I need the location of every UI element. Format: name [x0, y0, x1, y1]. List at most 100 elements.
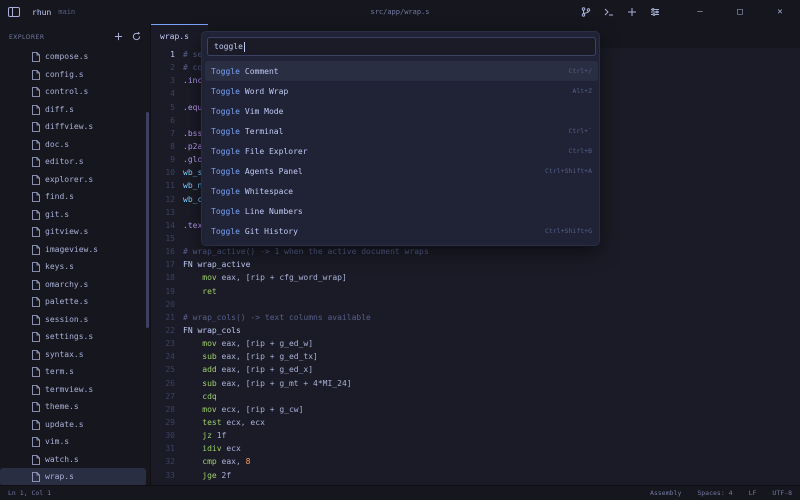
palette-item[interactable]: Toggle Agents Panel Ctrl+Shift+A — [205, 161, 598, 181]
code-token: .p2a — [183, 141, 203, 151]
file-item[interactable]: vim.s — [0, 433, 150, 451]
refresh-action[interactable] — [130, 30, 142, 42]
file-item[interactable]: keys.s — [0, 258, 150, 276]
new-file-action[interactable] — [112, 30, 124, 42]
settings-button[interactable] — [643, 0, 666, 24]
file-item[interactable]: imageview.s — [0, 241, 150, 259]
file-item[interactable]: term.s — [0, 363, 150, 381]
branch-name[interactable]: main — [58, 8, 75, 16]
code-token: jz — [183, 431, 212, 441]
file-item[interactable]: termview.s — [0, 381, 150, 399]
line-text: test ecx, ecx — [183, 416, 265, 429]
file-icon — [32, 262, 40, 272]
file-item[interactable]: explorer.s — [0, 171, 150, 189]
file-item[interactable]: gitview.s — [0, 223, 150, 241]
palette-item-match: Toggle — [211, 166, 240, 176]
new-file-button[interactable] — [620, 0, 643, 24]
terminal-button[interactable] — [597, 0, 620, 24]
line-number: 17 — [165, 260, 175, 270]
code-line[interactable]: 31 idiv ecx — [151, 442, 800, 455]
palette-item-label: File Explorer — [244, 146, 308, 156]
palette-item-shortcut: Ctrl+B — [568, 147, 592, 155]
file-item[interactable]: config.s — [0, 66, 150, 84]
file-item[interactable]: omarchy.s — [0, 276, 150, 294]
line-number: 28 — [165, 404, 175, 414]
palette-item[interactable]: Toggle Vim Mode — [205, 101, 598, 121]
file-item[interactable]: control.s — [0, 83, 150, 101]
code-token: eax, — [216, 457, 246, 467]
code-line[interactable]: 24 sub eax, [rip + g_ed_tx] — [151, 350, 800, 363]
code-line[interactable]: 19 ret — [151, 285, 800, 298]
code-line[interactable]: 27 cdq — [151, 390, 800, 403]
git-branch-button[interactable] — [574, 0, 597, 24]
encoding[interactable]: UTF-8 — [772, 489, 792, 497]
file-item[interactable]: find.s — [0, 188, 150, 206]
file-item[interactable]: git.s — [0, 206, 150, 224]
code-line[interactable]: 21 # wrap_cols() -> text columns availabl… — [151, 311, 800, 324]
file-item[interactable]: editor.s — [0, 153, 150, 171]
code-line[interactable]: 33 jge 2f — [151, 469, 800, 482]
file-item[interactable]: syntax.s — [0, 346, 150, 364]
code-line[interactable]: 16 # wrap_active() -> 1 when the active d… — [151, 245, 800, 258]
maximize-button[interactable]: □ — [720, 0, 760, 24]
file-item[interactable]: diffview.s — [0, 118, 150, 136]
tab-wrap-s[interactable]: wrap.s — [151, 24, 208, 48]
code-line[interactable]: 32 cmp eax, 8 — [151, 455, 800, 468]
file-item[interactable]: wrap.s — [0, 468, 146, 486]
code-token: .inc — [183, 76, 203, 86]
code-line[interactable]: 17 FN wrap_active — [151, 258, 800, 271]
cursor-position[interactable]: Ln 1, Col 1 — [8, 489, 51, 497]
line-number: 4 — [170, 89, 175, 99]
palette-item[interactable]: Toggle Comment Ctrl+/ — [205, 61, 598, 81]
code-line[interactable]: 18 mov eax, [rip + cfg_word_wrap] — [151, 271, 800, 284]
line-ending[interactable]: LF — [749, 489, 757, 497]
palette-item[interactable]: Toggle Terminal Ctrl+` — [205, 121, 598, 141]
palette-item-label: Agents Panel — [244, 166, 303, 176]
palette-item[interactable]: Toggle Whitespace — [205, 181, 598, 201]
code-line[interactable]: 23 mov eax, [rip + g_ed_w] — [151, 337, 800, 350]
palette-item-match: Toggle — [211, 66, 240, 76]
line-number: 22 — [165, 325, 175, 335]
code-line[interactable]: 28 mov ecx, [rip + g_cw] — [151, 403, 800, 416]
palette-results: Toggle Comment Ctrl+/Toggle Word Wrap Alt+Z T… — [205, 61, 598, 241]
file-item[interactable]: palette.s — [0, 293, 150, 311]
file-item[interactable]: session.s — [0, 311, 150, 329]
language-mode[interactable]: Assembly — [650, 489, 681, 497]
close-button[interactable]: ✕ — [760, 0, 800, 24]
explorer-sidebar: EXPLORER compose.s config.s control.s diff.… — [0, 24, 151, 486]
toggle-sidebar-icon[interactable] — [8, 7, 20, 17]
code-line[interactable]: 25 add eax, [rip + g_ed_x] — [151, 363, 800, 376]
line-number: 21 — [165, 312, 175, 322]
explorer-actions — [112, 30, 142, 42]
code-line[interactable]: 29 test ecx, ecx — [151, 416, 800, 429]
file-item[interactable]: diff.s — [0, 101, 150, 119]
line-text: .p2a — [183, 140, 202, 153]
file-item[interactable]: settings.s — [0, 328, 150, 346]
file-item[interactable]: theme.s — [0, 398, 150, 416]
palette-item-shortcut: Ctrl+` — [568, 127, 592, 135]
palette-item[interactable]: Toggle File Explorer Ctrl+B — [205, 141, 598, 161]
code-line[interactable]: 20 — [151, 298, 800, 311]
line-text: FN wrap_active — [183, 258, 250, 271]
line-number: 29 — [165, 417, 175, 427]
code-line[interactable]: 22 FN wrap_cols — [151, 324, 800, 337]
file-item[interactable]: watch.s — [0, 451, 150, 469]
code-line[interactable]: 30 jz 1f — [151, 429, 800, 442]
line-number: 27 — [165, 391, 175, 401]
indentation[interactable]: Spaces: 4 — [697, 489, 732, 497]
file-item[interactable]: compose.s — [0, 48, 150, 66]
code-token: mov — [183, 273, 217, 283]
palette-search-input[interactable]: toggle — [207, 37, 596, 56]
palette-item[interactable]: Toggle Line Numbers — [205, 201, 598, 221]
palette-item[interactable]: Toggle Git History Ctrl+Shift+G — [205, 221, 598, 241]
file-name: theme.s — [45, 402, 79, 412]
file-item[interactable]: update.s — [0, 416, 150, 434]
code-token: .bss — [183, 128, 203, 138]
sidebar-scrollbar[interactable] — [146, 112, 149, 328]
explorer-header: EXPLORER — [0, 24, 150, 50]
file-icon — [32, 209, 40, 220]
file-item[interactable]: doc.s — [0, 136, 150, 154]
palette-item[interactable]: Toggle Word Wrap Alt+Z — [205, 81, 598, 101]
minimize-button[interactable]: – — [680, 0, 720, 24]
code-line[interactable]: 26 sub eax, [rip + g_mt + 4*MI_24] — [151, 377, 800, 390]
